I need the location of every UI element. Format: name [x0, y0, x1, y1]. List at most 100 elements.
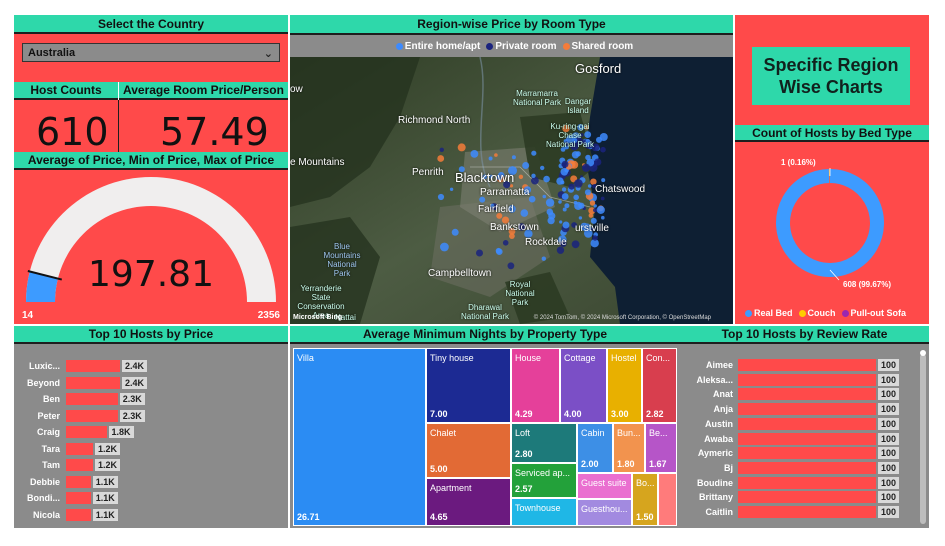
map-point[interactable]: [541, 256, 546, 261]
treemap-cell[interactable]: House 4.29: [511, 348, 560, 423]
map-point[interactable]: [592, 235, 598, 241]
treemap-cell[interactable]: Hostel 3.00: [607, 348, 642, 423]
treemap-cell[interactable]: Townhouse: [511, 498, 577, 526]
map-point[interactable]: [528, 195, 536, 203]
map-view[interactable]: Gosford ow Marramarra National Park Dang…: [290, 57, 733, 324]
map-point[interactable]: [585, 154, 591, 161]
map-point[interactable]: [548, 212, 556, 220]
bar[interactable]: [738, 447, 876, 460]
bar[interactable]: [738, 373, 876, 386]
treemap-cell[interactable]: [658, 473, 677, 526]
map-point[interactable]: [594, 158, 602, 166]
bar[interactable]: [738, 476, 876, 489]
donut-slice[interactable]: [776, 169, 884, 277]
map-point[interactable]: [449, 187, 454, 191]
map-point[interactable]: [561, 187, 567, 192]
treemap-cell[interactable]: Tiny house 7.00: [426, 348, 511, 423]
treemap-cell[interactable]: Cabin 2.00: [577, 423, 613, 473]
map-point[interactable]: [562, 221, 570, 229]
map-point[interactable]: [600, 146, 606, 153]
map-point[interactable]: [556, 177, 564, 185]
map-point[interactable]: [511, 155, 516, 160]
map-point[interactable]: [502, 240, 509, 246]
bar[interactable]: [66, 376, 120, 389]
map-point[interactable]: [495, 247, 502, 254]
map-point[interactable]: [531, 150, 537, 156]
map-point[interactable]: [542, 194, 547, 199]
map-point[interactable]: [440, 242, 449, 252]
bar[interactable]: [738, 388, 876, 401]
map-point[interactable]: [518, 174, 524, 179]
treemap-cell[interactable]: Serviced ap... 2.57: [511, 463, 577, 498]
map-point[interactable]: [531, 176, 539, 185]
bar[interactable]: [66, 409, 118, 422]
map-point[interactable]: [437, 155, 445, 162]
map-point[interactable]: [470, 150, 479, 158]
map-point[interactable]: [562, 207, 567, 212]
treemap-cell[interactable]: Apartment 4.65: [426, 478, 511, 526]
map-point[interactable]: [522, 162, 530, 169]
bar[interactable]: [738, 461, 876, 474]
treemap-cell[interactable]: Loft 2.80: [511, 423, 577, 463]
map-point[interactable]: [494, 153, 498, 157]
map-point[interactable]: [601, 215, 605, 220]
treemap-cell[interactable]: Bun... 1.80: [613, 423, 645, 473]
bar[interactable]: [66, 508, 91, 521]
bar[interactable]: [738, 432, 876, 445]
treemap-cell[interactable]: Con... 2.82: [642, 348, 677, 423]
bar[interactable]: [66, 475, 91, 488]
map-point[interactable]: [578, 216, 583, 220]
bar[interactable]: [66, 360, 120, 372]
map-point[interactable]: [589, 200, 596, 206]
treemap-cell[interactable]: Villa 26.71: [293, 348, 426, 526]
treemap-cell[interactable]: Bo... 1.50: [632, 473, 658, 526]
treemap-cell[interactable]: Chalet 5.00: [426, 423, 511, 478]
treemap-cell[interactable]: Guesthou...: [577, 499, 632, 526]
map-point[interactable]: [437, 193, 445, 201]
map-point[interactable]: [545, 198, 555, 207]
map-point[interactable]: [571, 151, 580, 159]
map-point[interactable]: [520, 209, 529, 217]
map-point[interactable]: [568, 183, 575, 190]
treemap-cell[interactable]: Be... 1.67: [645, 423, 677, 473]
map-point[interactable]: [531, 173, 536, 178]
map-point[interactable]: [601, 178, 606, 183]
scrollbar[interactable]: [920, 354, 926, 524]
treemap-cell[interactable]: Cottage 4.00: [560, 348, 607, 423]
map-point[interactable]: [574, 179, 583, 188]
map-point[interactable]: [507, 262, 515, 270]
map-point[interactable]: [558, 200, 562, 204]
map-point[interactable]: [587, 184, 592, 188]
map-point[interactable]: [476, 249, 483, 257]
bar[interactable]: [66, 442, 93, 455]
map-point[interactable]: [599, 133, 608, 141]
bar[interactable]: [738, 359, 876, 371]
map-point[interactable]: [561, 160, 569, 168]
map-point[interactable]: [540, 165, 545, 171]
bar[interactable]: [66, 393, 118, 405]
bar[interactable]: [738, 417, 876, 430]
map-point[interactable]: [561, 193, 569, 200]
map-point[interactable]: [578, 202, 585, 209]
map-point[interactable]: [439, 147, 444, 152]
bar[interactable]: [738, 506, 876, 518]
bar[interactable]: [66, 426, 107, 438]
map-point[interactable]: [584, 189, 591, 196]
map-point[interactable]: [564, 203, 570, 209]
map-point[interactable]: [451, 228, 459, 236]
map-point[interactable]: [573, 194, 579, 201]
bar[interactable]: [66, 492, 91, 504]
map-point[interactable]: [543, 175, 550, 183]
country-dropdown[interactable]: Australia ⌄: [22, 43, 280, 62]
map-point[interactable]: [571, 240, 580, 249]
map-point[interactable]: [559, 220, 563, 224]
map-point[interactable]: [596, 205, 605, 214]
map-point[interactable]: [582, 163, 591, 172]
map-point[interactable]: [457, 143, 466, 152]
treemap-cell[interactable]: Guest suite: [577, 473, 632, 499]
bar[interactable]: [738, 491, 876, 504]
bar[interactable]: [738, 403, 876, 416]
bar[interactable]: [66, 459, 93, 471]
map-point[interactable]: [488, 156, 493, 161]
map-point[interactable]: [593, 208, 598, 213]
